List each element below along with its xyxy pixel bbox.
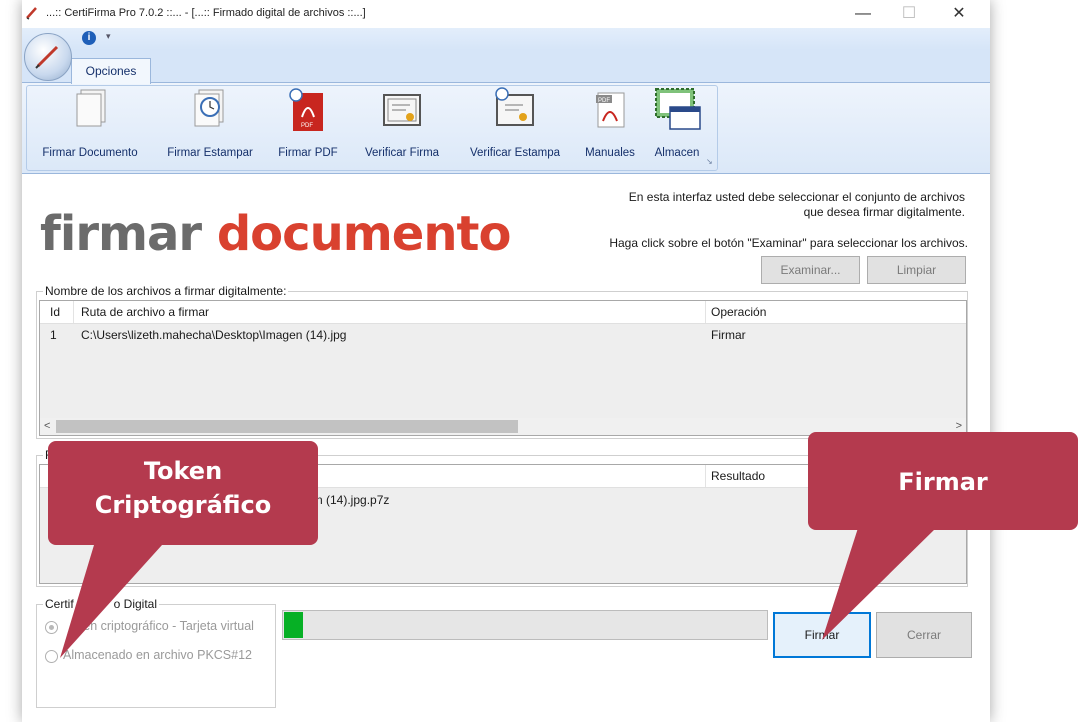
token-callout: Token Criptográfico <box>48 441 318 545</box>
firmar-callout-pointer <box>822 528 936 640</box>
firmar-callout: Firmar <box>808 432 1078 530</box>
firmar-callout-text: Firmar <box>898 468 988 496</box>
callout-pointers <box>60 528 936 658</box>
token-callout-pointer <box>60 545 162 658</box>
token-callout-line-2: Criptográfico <box>94 491 272 519</box>
token-callout-line-1: Token <box>143 457 223 485</box>
